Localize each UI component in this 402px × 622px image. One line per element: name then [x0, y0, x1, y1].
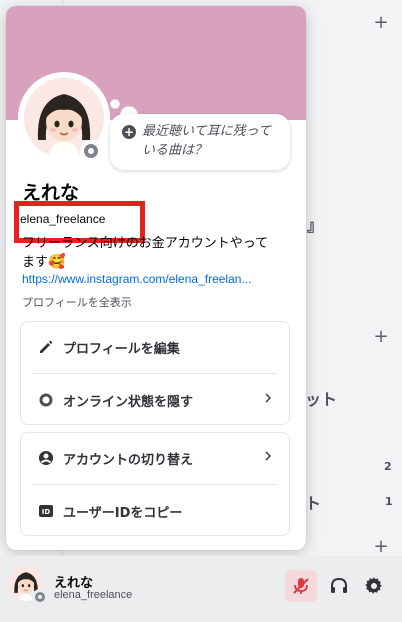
profile-link[interactable]: https://www.instagram.com/elena_freelan.… — [22, 272, 290, 286]
chevron-right-icon — [263, 392, 273, 408]
account-actions-group: アカウントの切り替え ID ユーザーIDをコピー — [20, 432, 290, 536]
bio-line: フリーランス向けのお金アカウントやって — [22, 236, 269, 251]
headphones-icon — [331, 577, 347, 593]
add-channel-icon[interactable]: + — [373, 326, 389, 347]
svg-text:ID: ID — [42, 508, 51, 516]
gear-icon — [365, 577, 382, 594]
status-bubble-tail — [110, 99, 120, 109]
chevron-right-icon — [263, 450, 273, 466]
username: elena_freelance — [20, 212, 106, 226]
add-channel-icon[interactable]: + — [373, 536, 389, 557]
account-circle-icon — [37, 450, 55, 466]
channel-name-partial[interactable]: 』 — [307, 212, 323, 236]
bio-line-text: ます — [22, 255, 49, 270]
add-channel-icon[interactable]: + — [373, 12, 389, 33]
user-panel-username[interactable]: elena_freelance — [54, 589, 132, 601]
add-status-icon: + — [122, 125, 136, 139]
copy-user-id-label: ユーザーIDをコピー — [63, 505, 183, 521]
channel-name-partial[interactable]: ット — [305, 386, 337, 410]
switch-account-button[interactable]: アカウントの切り替え — [21, 435, 289, 481]
pencil-icon — [37, 339, 55, 355]
hide-online-status-label: オンライン状態を隠す — [63, 394, 194, 410]
profile-actions-group: プロフィールを編集 オンライン状態を隠す — [20, 321, 290, 425]
profile-popout: + 最近聴いて耳に残っている曲は？ えれな elena_freelance フリ… — [6, 6, 306, 550]
id-badge-icon: ID — [37, 504, 55, 518]
channel-name-partial[interactable]: ト — [305, 490, 321, 514]
offline-status-indicator — [80, 140, 102, 162]
view-full-profile-link[interactable]: プロフィールを全表示 — [22, 294, 132, 310]
menu-divider — [33, 484, 277, 485]
custom-status-bubble[interactable]: + 最近聴いて耳に残っている曲は？ — [110, 114, 290, 170]
user-panel-avatar-wrap[interactable] — [8, 565, 48, 605]
menu-divider — [33, 373, 277, 374]
smiling-face-emoji: 🥰 — [48, 254, 66, 270]
copy-user-id-button[interactable]: ID ユーザーIDをコピー — [21, 488, 289, 534]
member-count: 1 — [385, 495, 393, 508]
offline-status-indicator — [32, 589, 48, 605]
switch-account-label: アカウントの切り替え — [63, 452, 194, 468]
edit-profile-button[interactable]: プロフィールを編集 — [21, 324, 289, 370]
member-count: 2 — [384, 460, 392, 473]
profile-bio: フリーランス向けのお金アカウントやって ます🥰 — [22, 234, 290, 272]
microphone-muted-icon — [293, 578, 309, 594]
user-panel: えれな elena_freelance — [0, 556, 402, 622]
edit-profile-label: プロフィールを編集 — [63, 341, 180, 357]
user-settings-button[interactable] — [358, 570, 390, 602]
hide-online-status-button[interactable]: オンライン状態を隠す — [21, 377, 289, 423]
unmute-button[interactable] — [285, 570, 317, 602]
custom-status-prompt: 最近聴いて耳に残っている曲は？ — [142, 124, 271, 158]
status-ring-icon — [37, 392, 55, 408]
deafen-button[interactable] — [323, 570, 355, 602]
bio-line: ます🥰 — [22, 253, 290, 272]
